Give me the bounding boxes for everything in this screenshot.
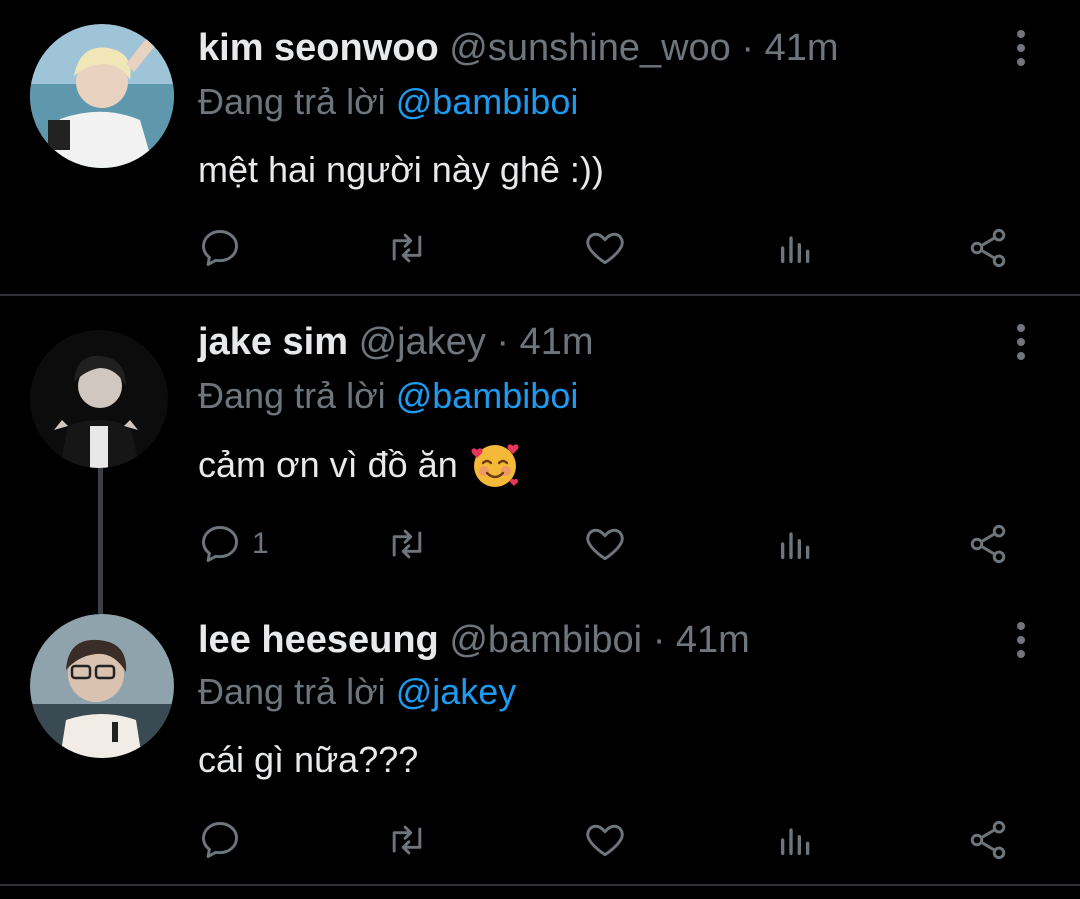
replying-to: Đang trả lời @bambiboi [198,80,578,124]
replying-to-mention[interactable]: @jakey [396,671,517,712]
user-handle[interactable]: @bambiboi [449,619,642,661]
reply-button[interactable] [198,224,252,272]
retweet-icon [392,825,422,855]
tweet-text: cảm ơn vì đồ ăn [198,444,458,485]
replying-to: Đang trả lời @bambiboi [198,374,578,418]
timestamp[interactable]: · 41m [653,619,750,661]
reply-icon [202,526,238,562]
like-button[interactable] [582,816,628,864]
share-button[interactable] [966,520,1010,568]
tweet-text: cái gì nữa??? [198,739,419,780]
avatar-kim-seonwoo[interactable] [30,24,174,168]
avatar-image [30,330,168,468]
action-bar [198,224,1018,272]
share-button[interactable] [966,224,1010,272]
avatar-jake-sim[interactable] [30,330,168,468]
share-icon [970,228,1006,268]
retweet-icon [392,529,422,559]
timestamp[interactable]: · 41m [496,321,593,363]
replying-to-mention[interactable]: @bambiboi [396,375,579,416]
more-vertical-icon[interactable] [1006,618,1036,662]
tweet-2[interactable]: jake sim @jakey · 41m Đang trả lời @bamb… [0,296,1080,606]
tweet-header: lee heeseung @bambiboi · 41m [198,618,750,662]
reply-button[interactable] [198,816,252,864]
heart-icon [586,824,624,857]
tweet-3[interactable]: lee heeseung @bambiboi · 41m Đang trả lờ… [0,606,1080,886]
retweet-button[interactable] [384,816,430,864]
retweet-button[interactable] [384,520,430,568]
retweet-icon [392,233,422,263]
smiling-face-with-hearts-emoji [471,444,519,487]
share-icon [970,524,1006,564]
share-button[interactable] [966,816,1010,864]
analytics-icon [781,236,810,263]
tweet-header: kim seonwoo @sunshine_woo · 41m [198,26,839,70]
like-button[interactable] [582,520,628,568]
analytics-icon [781,828,810,855]
replying-to-mention[interactable]: @bambiboi [396,81,579,122]
timestamp[interactable]: · 41m [741,27,838,69]
replying-to-label: Đang trả lời [198,671,386,712]
user-handle[interactable]: @jakey [359,321,486,363]
analytics-button[interactable] [776,816,816,864]
more-vertical-icon[interactable] [1006,320,1036,364]
avatar-image [30,614,174,758]
display-name[interactable]: kim seonwoo [198,27,439,69]
action-bar [198,816,1018,864]
display-name[interactable]: jake sim [198,321,348,363]
avatar-lee-heeseung[interactable] [30,614,174,758]
tweet-1[interactable]: kim seonwoo @sunshine_woo · 41m Đang trả… [0,0,1080,296]
reply-icon [202,822,238,858]
like-button[interactable] [582,224,628,272]
analytics-button[interactable] [776,224,816,272]
tweet-header: jake sim @jakey · 41m [198,320,594,364]
tweet-divider [0,884,1080,886]
action-bar: 1 [198,520,1018,568]
more-vertical-icon[interactable] [1006,26,1036,70]
display-name[interactable]: lee heeseung [198,619,439,661]
reply-icon [202,230,238,266]
reply-button[interactable]: 1 [198,520,269,568]
tweet-text: mệt hai người này ghê :)) [198,149,604,190]
replying-to-label: Đang trả lời [198,375,386,416]
avatar-image [30,24,174,168]
tweet-content: cảm ơn vì đồ ăn [198,440,520,490]
user-handle[interactable]: @sunshine_woo [449,27,731,69]
analytics-button[interactable] [776,520,816,568]
analytics-icon [781,532,810,559]
replying-to-label: Đang trả lời [198,81,386,122]
share-icon [970,820,1006,860]
reply-count: 1 [252,527,269,560]
replying-to: Đang trả lời @jakey [198,670,516,714]
retweet-button[interactable] [384,224,430,272]
heart-icon [586,528,624,561]
heart-icon [586,232,624,265]
